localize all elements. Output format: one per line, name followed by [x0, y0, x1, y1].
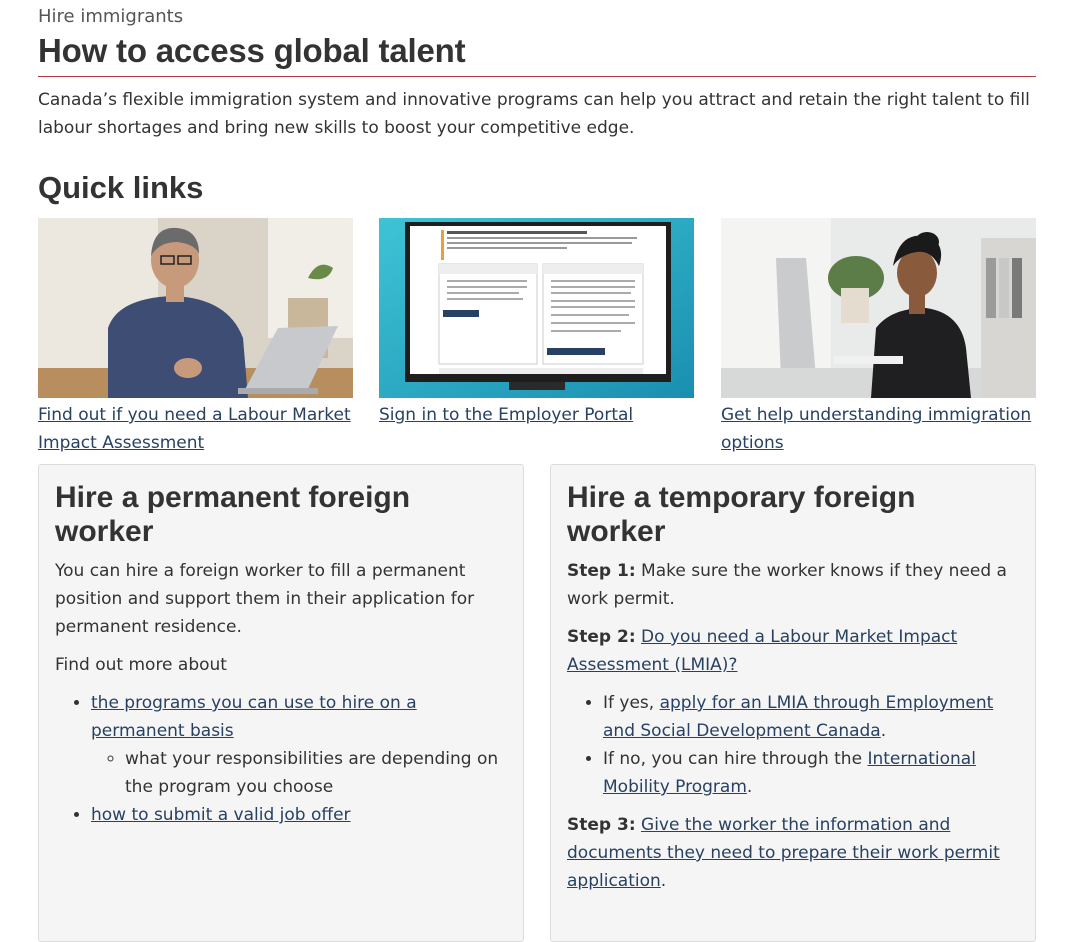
- sub-list-item: what your responsibilities are depending…: [125, 745, 507, 801]
- permanent-links-list: the programs you can use to hire on a pe…: [55, 689, 507, 829]
- link-valid-job-offer[interactable]: how to submit a valid job offer: [91, 805, 351, 825]
- link-apply-lmia-esdc[interactable]: apply for an LMIA through Employment and…: [603, 693, 993, 741]
- list-item: If no, you can hire through the Internat…: [603, 745, 1019, 801]
- man-with-laptop-photo[interactable]: [38, 218, 353, 398]
- quick-links-heading: Quick links: [38, 170, 204, 205]
- temporary-panel-heading: Hire a temporary foreign worker: [567, 481, 916, 548]
- link-employer-portal[interactable]: Sign in to the Employer Portal: [379, 401, 694, 429]
- permanent-panel-heading: Hire a permanent foreign worker: [55, 481, 411, 548]
- step-1-label: Step 1:: [567, 561, 636, 581]
- quick-link-card-lmia: Find out if you need a Labour Market Imp…: [38, 218, 353, 457]
- quick-link-card-immigration-options: Get help understanding immigration optio…: [721, 218, 1036, 457]
- quick-link-card-employer-portal: Sign in to the Employer Portal: [379, 218, 694, 429]
- step-1: Step 1: Make sure the worker knows if th…: [567, 557, 1019, 613]
- yes-prefix: If yes,: [603, 693, 660, 713]
- breadcrumb-kicker: Hire immigrants: [38, 6, 184, 27]
- step-3-suffix: .: [660, 871, 667, 891]
- title-divider: [38, 76, 1036, 77]
- step-2: Step 2: Do you need a Labour Market Impa…: [567, 623, 1019, 679]
- link-labour-market-impact-assessment[interactable]: Find out if you need a Labour Market Imp…: [38, 401, 353, 457]
- no-prefix: If no, you can hire through the: [603, 749, 868, 769]
- woman-at-computer-photo[interactable]: [721, 218, 1036, 398]
- intro-text: Canada’s flexible immigration system and…: [38, 90, 1030, 138]
- list-item: how to submit a valid job offer: [91, 801, 507, 829]
- yes-suffix: .: [880, 721, 887, 741]
- panel-temporary-worker: Hire a temporary foreign worker Step 1: …: [550, 464, 1036, 942]
- no-suffix: .: [746, 777, 753, 797]
- list-item: If yes, apply for an LMIA through Employ…: [603, 689, 1019, 745]
- list-item: the programs you can use to hire on a pe…: [91, 689, 507, 801]
- panel-permanent-worker: Hire a permanent foreign worker You can …: [38, 464, 524, 942]
- step-2-label: Step 2:: [567, 627, 636, 647]
- permanent-sub-list: what your responsibilities are depending…: [91, 745, 507, 801]
- step-3: Step 3: Give the worker the information …: [567, 811, 1019, 895]
- step-3-label: Step 3:: [567, 815, 636, 835]
- find-out-more-label: Find out more about: [55, 655, 227, 675]
- step-2-options-list: If yes, apply for an LMIA through Employ…: [567, 689, 1019, 801]
- permanent-intro-text: You can hire a foreign worker to fill a …: [55, 561, 475, 637]
- employer-portal-screen-image[interactable]: [379, 218, 694, 398]
- page-title: How to access global talent: [38, 32, 466, 69]
- link-immigration-options[interactable]: Get help understanding immigration optio…: [721, 401, 1036, 457]
- link-permanent-programs[interactable]: the programs you can use to hire on a pe…: [91, 693, 417, 741]
